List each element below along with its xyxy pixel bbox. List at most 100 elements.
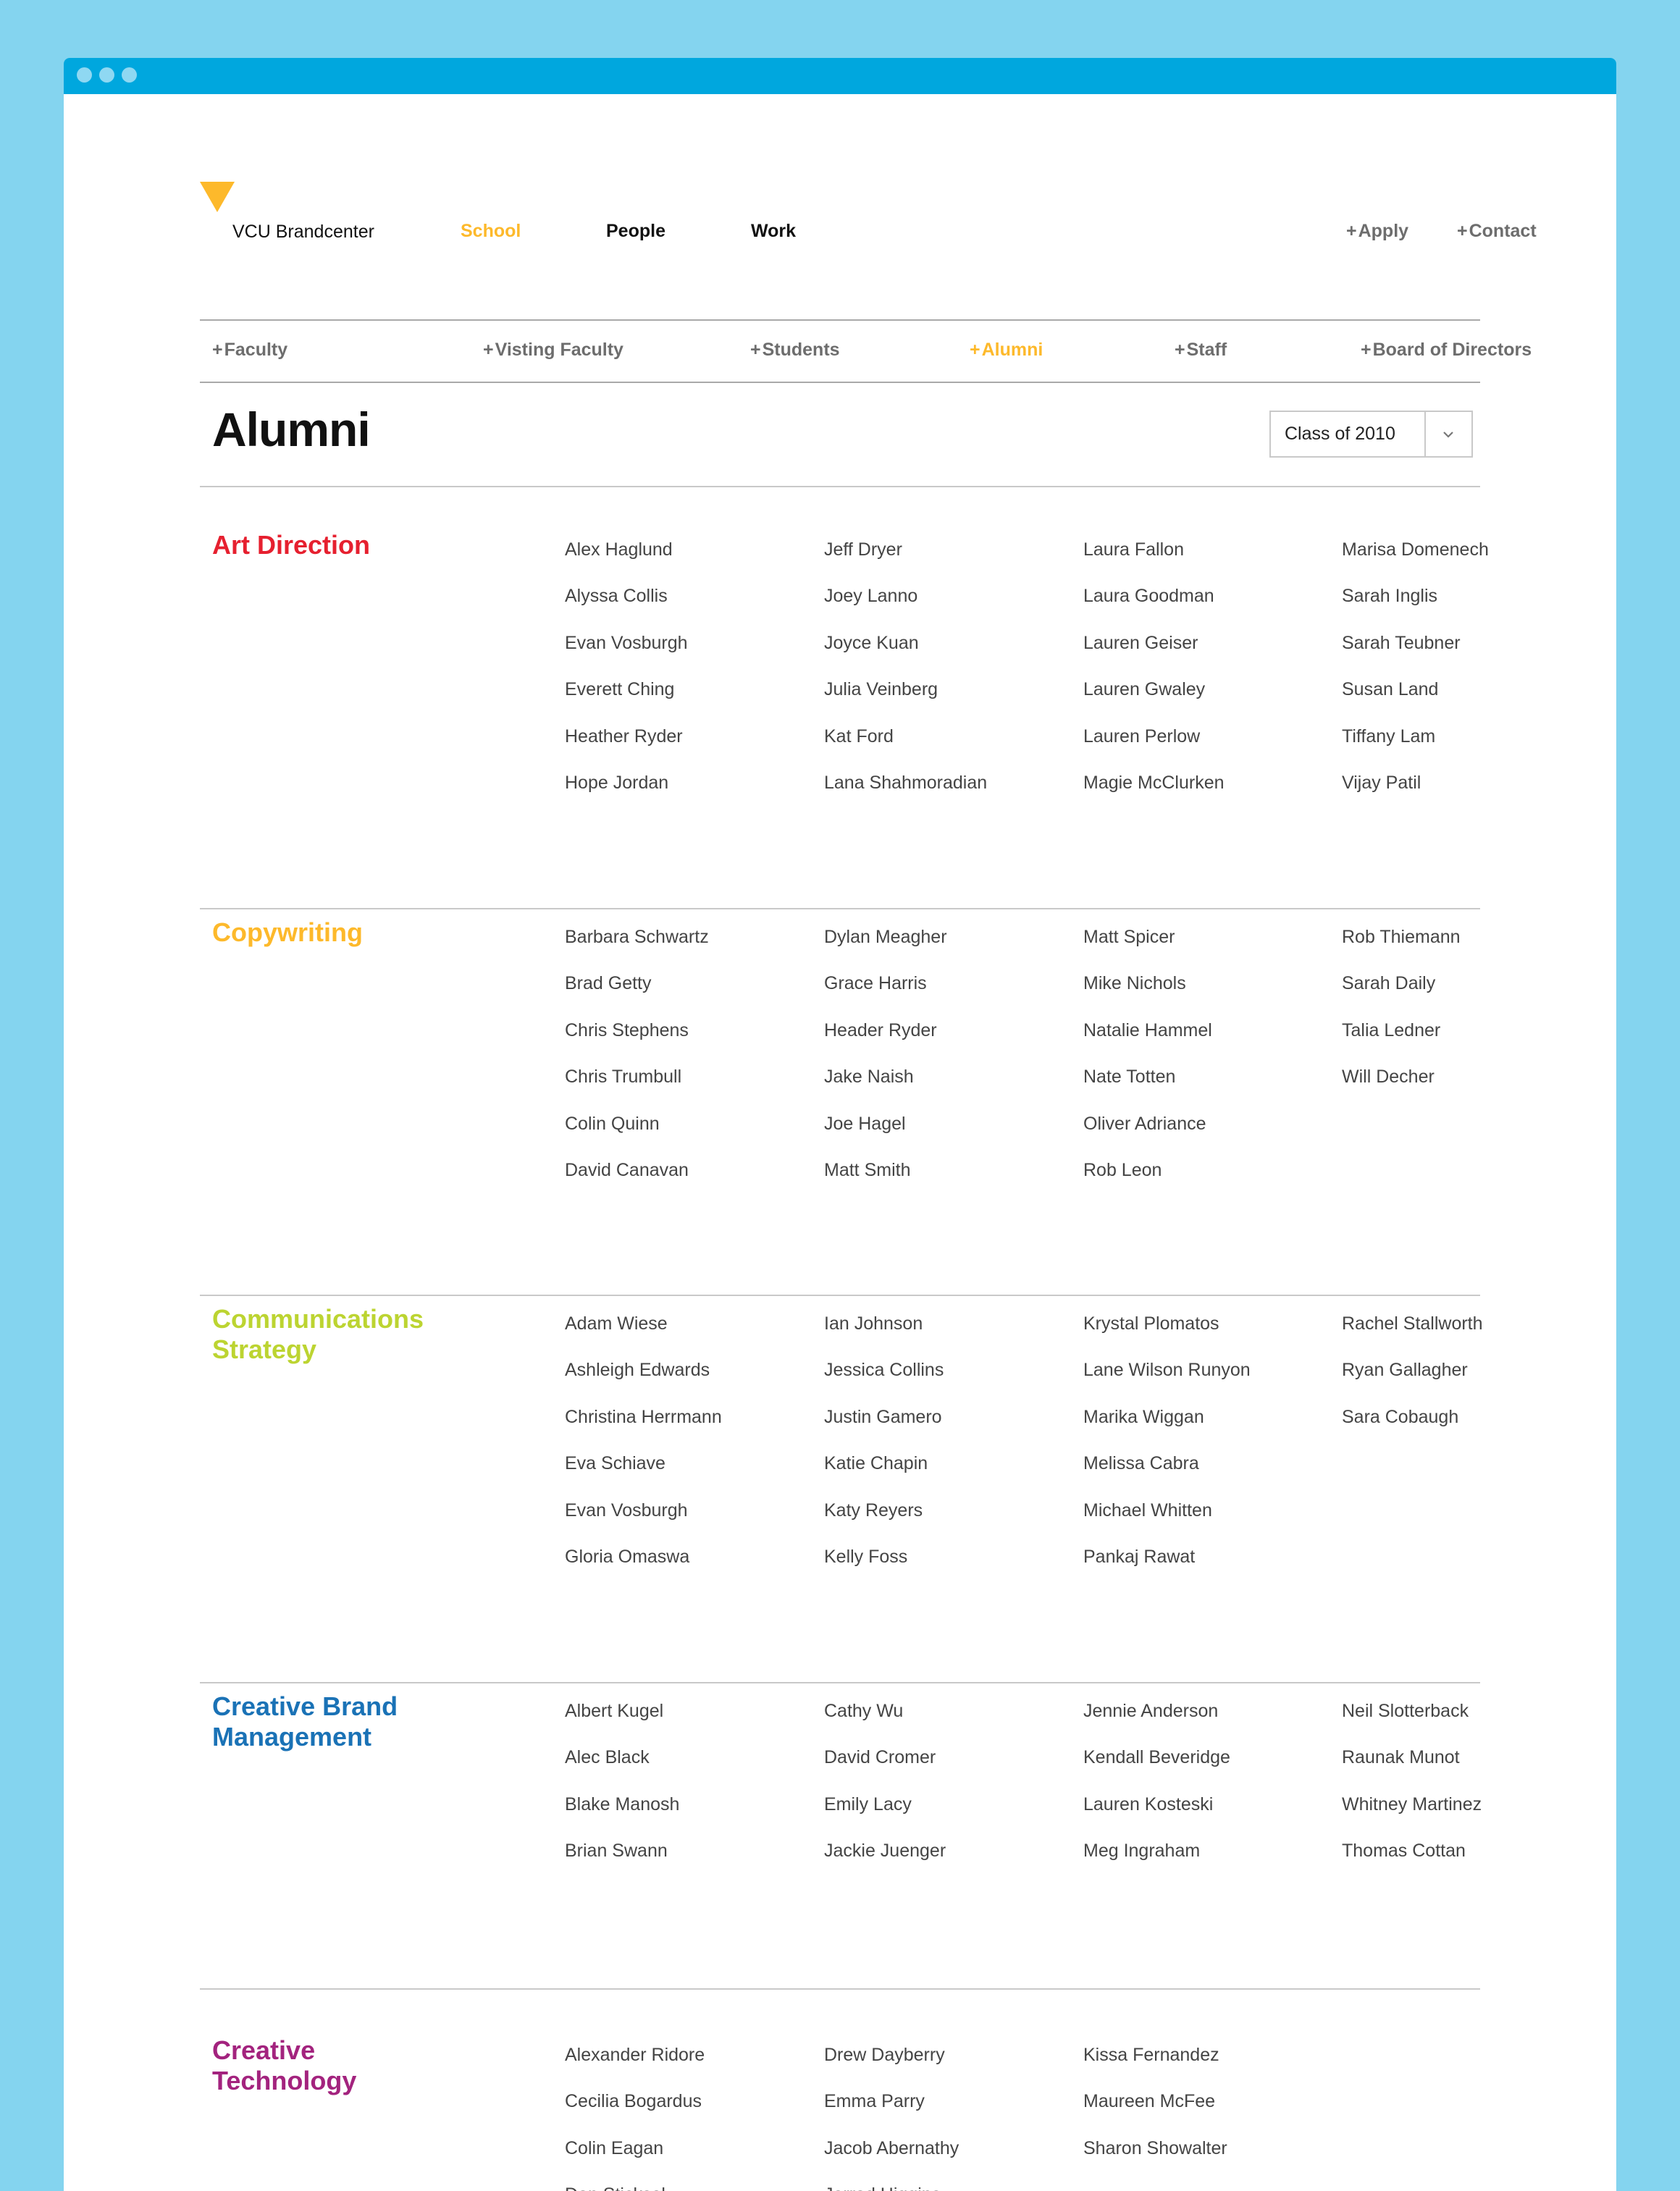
alumni-name[interactable]: Sarah Daily [1342, 975, 1461, 1021]
alumni-name[interactable]: Alexander Ridore [565, 2045, 705, 2093]
alumni-name[interactable]: Susan Land [1342, 681, 1489, 727]
nav-school[interactable]: School [461, 222, 521, 240]
alumni-name[interactable]: Pankaj Rawat [1083, 1547, 1251, 1594]
nav-people[interactable]: People [606, 222, 665, 240]
window-minimize-dot[interactable] [99, 67, 114, 83]
alumni-name[interactable]: Krystal Plomatos [1083, 1314, 1251, 1361]
alumni-name[interactable]: Julia Veinberg [824, 681, 987, 727]
alumni-name[interactable]: Don Sticksel [565, 2186, 705, 2191]
brand-name[interactable]: VCU Brandcenter [232, 223, 374, 241]
alumni-name[interactable]: Matt Spicer [1083, 928, 1212, 975]
alumni-name[interactable]: Sharon Showalter [1083, 2139, 1227, 2186]
alumni-name[interactable]: Blake Manosh [565, 1795, 679, 1842]
alumni-name[interactable]: Laura Fallon [1083, 540, 1225, 587]
alumni-name[interactable]: Whitney Martinez [1342, 1795, 1482, 1842]
alumni-name[interactable]: Jennie Anderson [1083, 1702, 1230, 1749]
alumni-name[interactable]: Mike Nichols [1083, 975, 1212, 1021]
alumni-name[interactable]: Laura Goodman [1083, 587, 1225, 634]
alumni-name[interactable]: Neil Slotterback [1342, 1702, 1482, 1749]
alumni-name[interactable]: Chris Stephens [565, 1021, 709, 1068]
alumni-name[interactable]: Katy Reyers [824, 1501, 944, 1548]
alumni-name[interactable]: Alex Haglund [565, 540, 688, 587]
alumni-name[interactable]: Christina Herrmann [565, 1408, 722, 1455]
alumni-name[interactable]: Grace Harris [824, 975, 947, 1021]
alumni-name[interactable]: Tiffany Lam [1342, 727, 1489, 774]
alumni-name[interactable]: Will Decher [1342, 1068, 1461, 1114]
alumni-name[interactable]: Evan Vosburgh [565, 1501, 722, 1548]
subnav-visiting-faculty[interactable]: +Visting Faculty [483, 341, 623, 359]
alumni-name[interactable]: Melissa Cabra [1083, 1455, 1251, 1501]
alumni-name[interactable]: Rob Leon [1083, 1161, 1212, 1208]
alumni-name[interactable]: Adam Wiese [565, 1314, 722, 1361]
alumni-name[interactable]: Jessica Collins [824, 1361, 944, 1408]
alumni-name[interactable]: Maureen McFee [1083, 2093, 1227, 2139]
alumni-name[interactable]: Brad Getty [565, 975, 709, 1021]
alumni-name[interactable]: Sara Cobaugh [1342, 1408, 1483, 1455]
alumni-name[interactable]: Natalie Hammel [1083, 1021, 1212, 1068]
alumni-name[interactable]: Eva Schiave [565, 1455, 722, 1501]
alumni-name[interactable]: Meg Ingraham [1083, 1842, 1230, 1888]
alumni-name[interactable]: Lauren Gwaley [1083, 681, 1225, 727]
window-close-dot[interactable] [77, 67, 92, 83]
alumni-name[interactable]: Lauren Geiser [1083, 634, 1225, 681]
alumni-name[interactable]: Ian Johnson [824, 1314, 944, 1361]
alumni-name[interactable]: Magie McClurken [1083, 773, 1225, 820]
apply-link[interactable]: +Apply [1346, 222, 1408, 240]
alumni-name[interactable]: Dylan Meagher [824, 928, 947, 975]
alumni-name[interactable]: Marisa Domenech [1342, 540, 1489, 587]
alumni-name[interactable]: Chris Trumbull [565, 1068, 709, 1114]
alumni-name[interactable]: Sarah Inglis [1342, 587, 1489, 634]
alumni-name[interactable]: Vijay Patil [1342, 773, 1489, 820]
alumni-name[interactable]: Justin Gamero [824, 1408, 944, 1455]
brand-triangle-icon[interactable] [200, 182, 235, 212]
subnav-alumni[interactable]: +Alumni [970, 341, 1043, 359]
alumni-name[interactable]: Gloria Omaswa [565, 1547, 722, 1594]
alumni-name[interactable]: Alec Black [565, 1749, 679, 1795]
alumni-name[interactable]: Marika Wiggan [1083, 1408, 1251, 1455]
subnav-faculty[interactable]: +Faculty [212, 341, 287, 359]
alumni-name[interactable]: Matt Smith [824, 1161, 947, 1208]
alumni-name[interactable]: Colin Eagan [565, 2139, 705, 2186]
alumni-name[interactable]: Joe Hagel [824, 1114, 947, 1161]
alumni-name[interactable]: Michael Whitten [1083, 1501, 1251, 1548]
contact-link[interactable]: +Contact [1457, 222, 1537, 240]
subnav-students[interactable]: +Students [750, 341, 840, 359]
alumni-name[interactable]: Kissa Fernandez [1083, 2045, 1227, 2093]
alumni-name[interactable]: David Cromer [824, 1749, 946, 1795]
alumni-name[interactable]: David Canavan [565, 1161, 709, 1208]
alumni-name[interactable]: Jarrod Higgins [824, 2186, 959, 2191]
alumni-name[interactable]: Evan Vosburgh [565, 634, 688, 681]
alumni-name[interactable]: Hope Jordan [565, 773, 688, 820]
alumni-name[interactable]: Jake Naish [824, 1068, 947, 1114]
alumni-name[interactable]: Everett Ching [565, 681, 688, 727]
alumni-name[interactable]: Ryan Gallagher [1342, 1361, 1483, 1408]
alumni-name[interactable]: Katie Chapin [824, 1455, 944, 1501]
alumni-name[interactable]: Jacob Abernathy [824, 2139, 959, 2186]
alumni-name[interactable]: Kendall Beveridge [1083, 1749, 1230, 1795]
chevron-down-icon[interactable] [1440, 426, 1457, 443]
alumni-name[interactable]: Lana Shahmoradian [824, 773, 987, 820]
alumni-name[interactable]: Raunak Munot [1342, 1749, 1482, 1795]
class-year-select[interactable]: Class of 2010 [1269, 411, 1473, 458]
alumni-name[interactable]: Cecilia Bogardus [565, 2093, 705, 2139]
alumni-name[interactable]: Joey Lanno [824, 587, 987, 634]
subnav-board-of-directors[interactable]: +Board of Directors [1361, 341, 1532, 359]
alumni-name[interactable]: Talia Ledner [1342, 1021, 1461, 1068]
window-maximize-dot[interactable] [122, 67, 137, 83]
alumni-name[interactable]: Brian Swann [565, 1842, 679, 1888]
alumni-name[interactable]: Header Ryder [824, 1021, 947, 1068]
alumni-name[interactable]: Heather Ryder [565, 727, 688, 774]
alumni-name[interactable]: Thomas Cottan [1342, 1842, 1482, 1888]
alumni-name[interactable]: Ashleigh Edwards [565, 1361, 722, 1408]
alumni-name[interactable]: Lauren Perlow [1083, 727, 1225, 774]
alumni-name[interactable]: Kelly Foss [824, 1547, 944, 1594]
alumni-name[interactable]: Kat Ford [824, 727, 987, 774]
alumni-name[interactable]: Lane Wilson Runyon [1083, 1361, 1251, 1408]
alumni-name[interactable]: Colin Quinn [565, 1114, 709, 1161]
subnav-staff[interactable]: +Staff [1175, 341, 1227, 359]
alumni-name[interactable]: Oliver Adriance [1083, 1114, 1212, 1161]
alumni-name[interactable]: Barbara Schwartz [565, 928, 709, 975]
alumni-name[interactable]: Jeff Dryer [824, 540, 987, 587]
alumni-name[interactable]: Drew Dayberry [824, 2045, 959, 2093]
alumni-name[interactable]: Sarah Teubner [1342, 634, 1489, 681]
